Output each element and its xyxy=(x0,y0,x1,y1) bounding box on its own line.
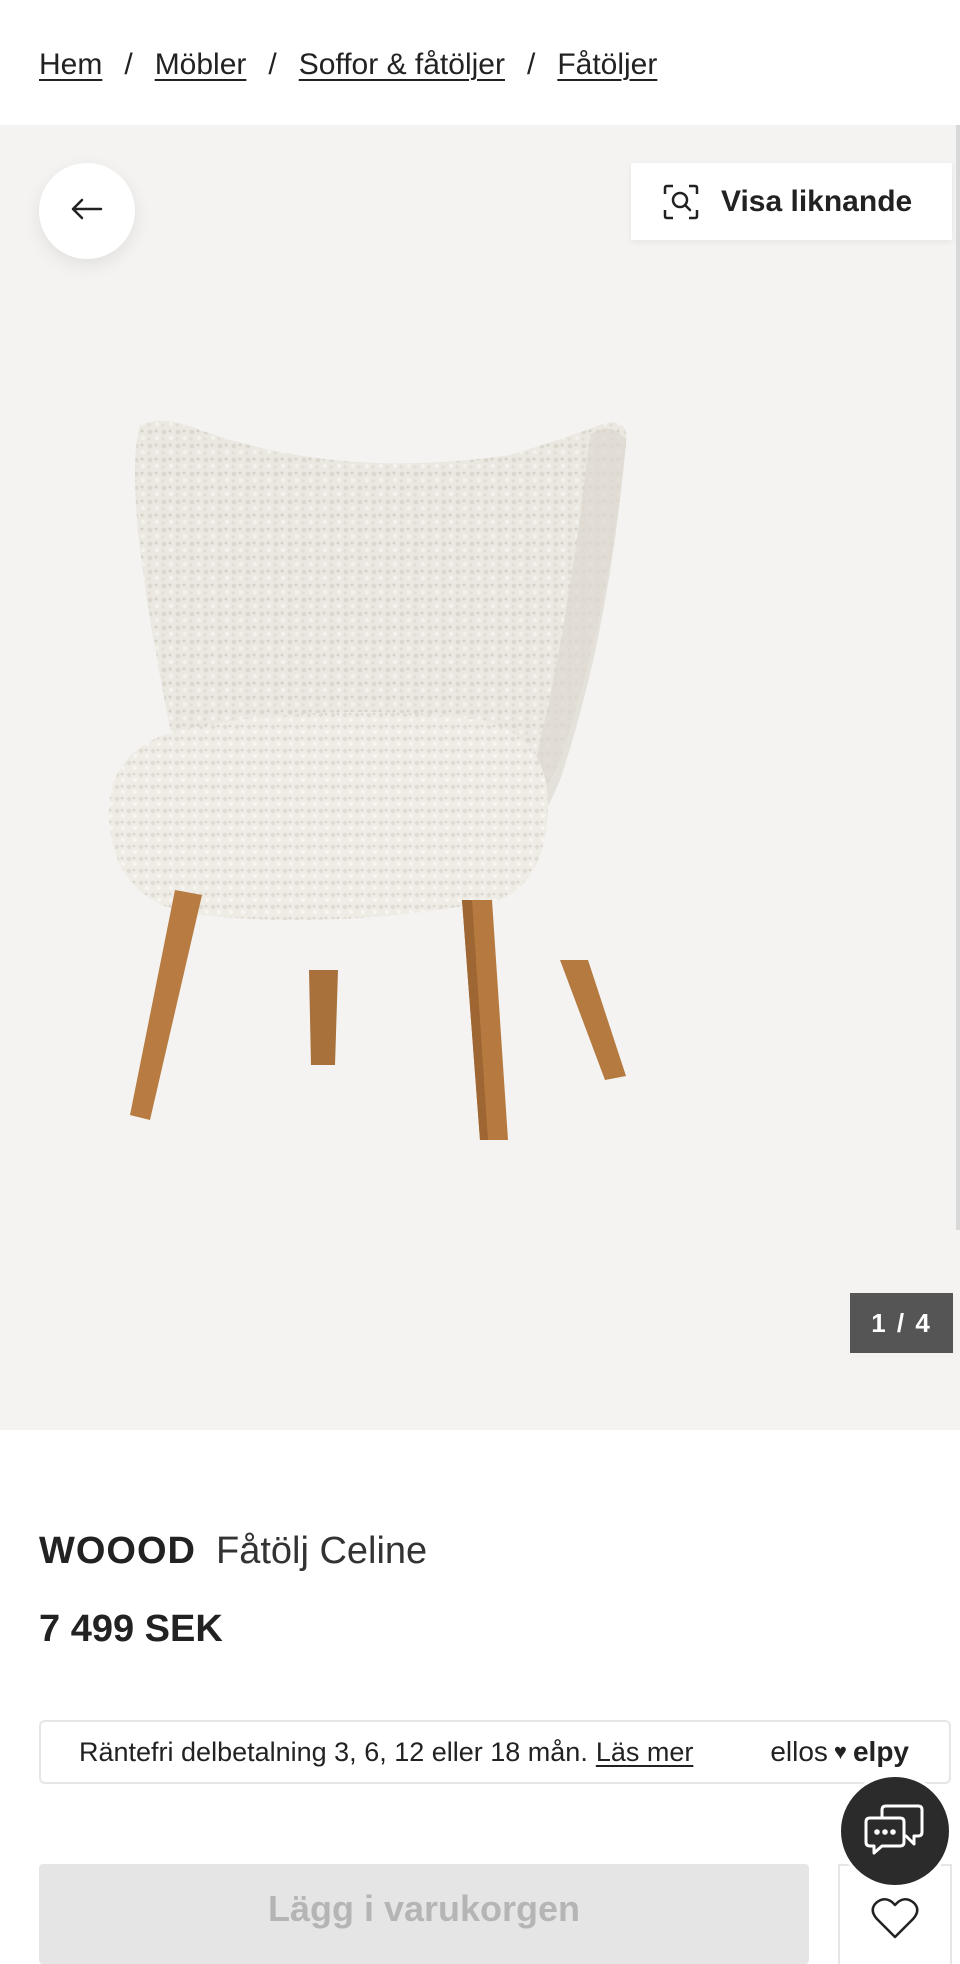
product-name: Fåtölj Celine xyxy=(215,1530,428,1572)
financing-banner: Räntefri delbetalning 3, 6, 12 eller 18 … xyxy=(39,1720,951,1784)
chat-button[interactable] xyxy=(838,1774,952,1888)
show-similar-button[interactable]: Visa liknande xyxy=(631,163,952,240)
product-title: WOOOD Fåtölj Celine xyxy=(39,1530,427,1573)
breadcrumb: Hem / Möbler / Soffor & fåtöljer / Fåtöl… xyxy=(39,40,657,90)
show-similar-label: Visa liknande xyxy=(721,184,913,218)
breadcrumb-separator: / xyxy=(268,48,277,81)
breadcrumb-mobler[interactable]: Möbler xyxy=(155,48,247,82)
visual-search-icon xyxy=(661,182,701,222)
image-counter: 1 / 4 xyxy=(850,1293,953,1353)
add-to-cart-button[interactable]: Lägg i varukorgen xyxy=(39,1864,809,1964)
product-brand[interactable]: WOOOD xyxy=(39,1530,196,1573)
chat-icon xyxy=(864,1802,926,1861)
breadcrumb-separator: / xyxy=(526,48,536,81)
breadcrumb-fatoljer[interactable]: Fåtöljer xyxy=(557,48,657,82)
product-price: 7 499 SEK xyxy=(39,1608,223,1650)
ellos-elpy-logo: ellos ♥ elpy xyxy=(770,1736,909,1768)
breadcrumb-soffor-fatoljer[interactable]: Soffor & fåtöljer xyxy=(299,48,505,82)
heart-small-icon: ♥ xyxy=(833,1739,847,1764)
financing-text: Räntefri delbetalning 3, 6, 12 eller 18 … xyxy=(79,1736,588,1767)
gallery-scrollbar[interactable] xyxy=(956,125,960,1230)
back-button[interactable] xyxy=(39,163,135,259)
elpy-logo-text: elpy xyxy=(852,1736,909,1767)
arrow-left-icon xyxy=(70,198,104,225)
product-image xyxy=(108,421,627,1140)
breadcrumb-separator: / xyxy=(124,48,133,81)
read-more-link[interactable]: Läs mer xyxy=(596,1737,694,1768)
ellos-logo-text: ellos xyxy=(770,1736,828,1767)
breadcrumb-home[interactable]: Hem xyxy=(39,48,102,82)
heart-icon xyxy=(871,1896,919,1964)
